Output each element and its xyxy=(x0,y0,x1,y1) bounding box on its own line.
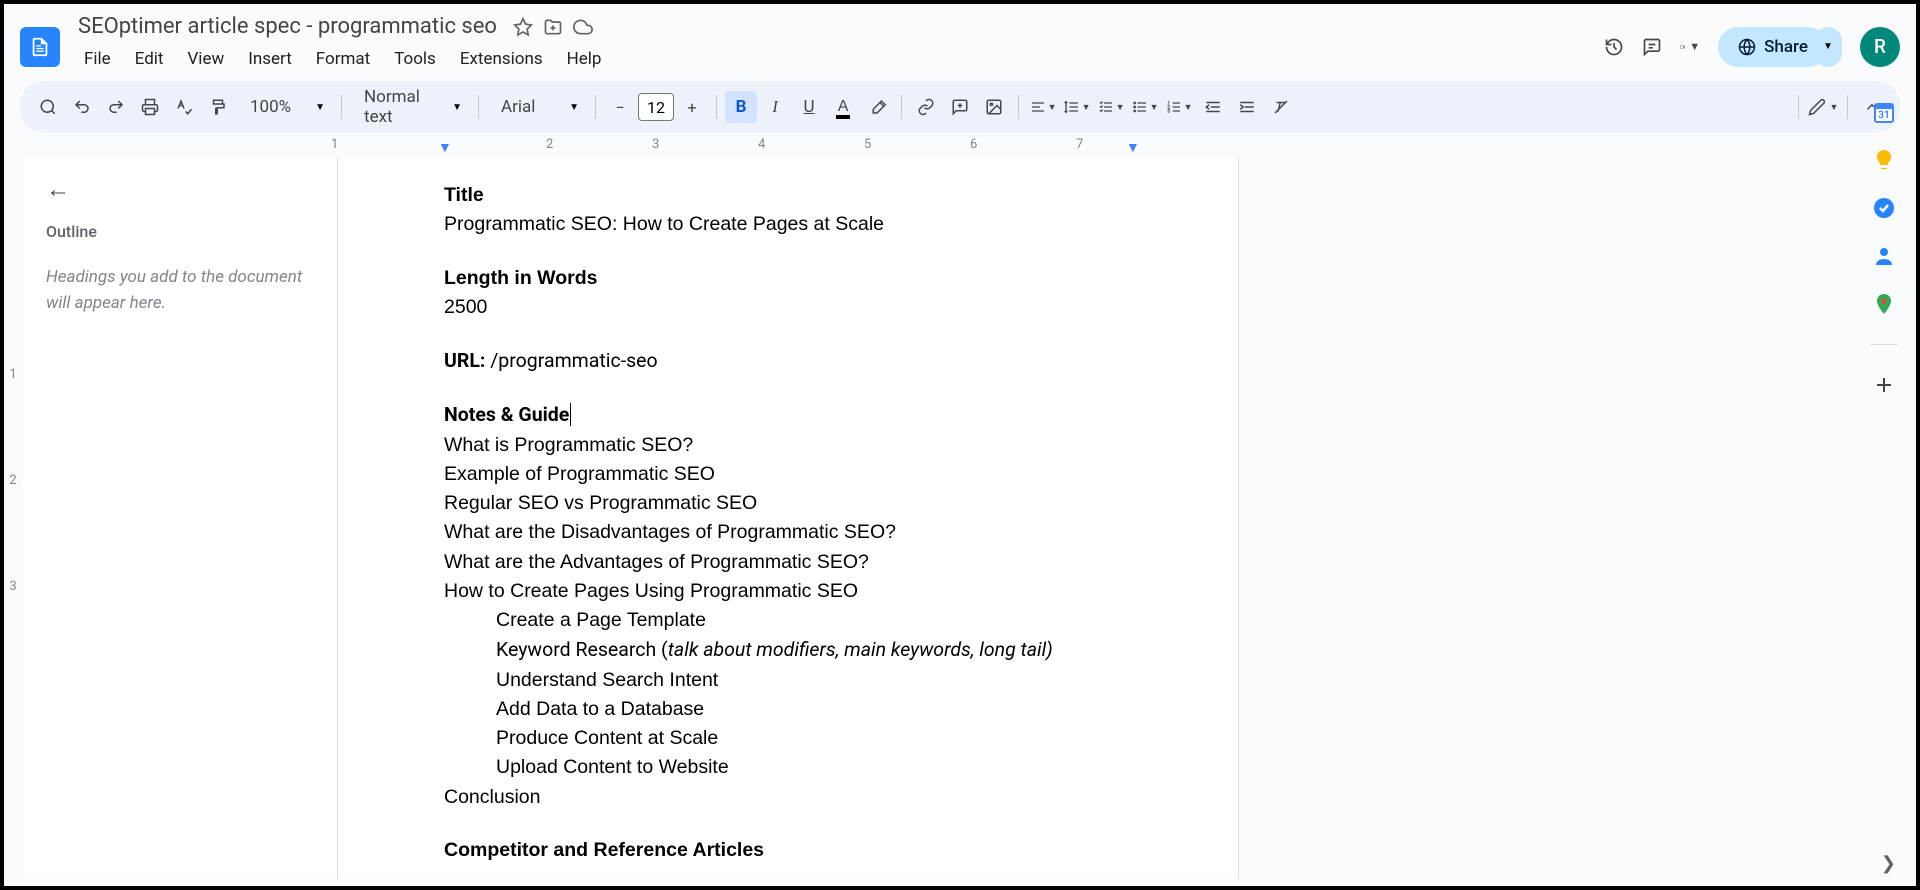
share-label: Share xyxy=(1764,37,1808,57)
doc-text: Title xyxy=(444,181,1132,210)
comments-icon[interactable] xyxy=(1642,37,1662,57)
page-area[interactable]: Title Programmatic SEO: How to Create Pa… xyxy=(338,157,1916,879)
doc-text: What is Programmatic SEO? xyxy=(444,431,1132,460)
paragraph-style-dropdown[interactable]: Normal text▼ xyxy=(350,87,470,127)
vertical-ruler[interactable]: 1 2 3 xyxy=(4,157,22,879)
tasks-app-icon[interactable] xyxy=(1872,196,1896,220)
doc-text: Length in Words xyxy=(444,264,1132,293)
line-spacing-dropdown[interactable]: ▼ xyxy=(1061,91,1093,123)
meet-icon[interactable]: ▼ xyxy=(1680,37,1700,57)
doc-text: Create a Page Template xyxy=(444,606,1132,635)
doc-text: Notes & Guide xyxy=(444,400,1132,430)
doc-text: How to Create Pages Using Programmatic S… xyxy=(444,577,1132,606)
redo-icon[interactable] xyxy=(100,91,132,123)
doc-text: What are the Disadvantages of Programmat… xyxy=(444,518,1132,547)
paint-format-icon[interactable] xyxy=(202,91,234,123)
search-menus-icon[interactable] xyxy=(32,91,64,123)
share-dropdown[interactable]: ▼ xyxy=(1814,27,1842,67)
doc-text: Keyword Research (talk about modifiers, … xyxy=(444,635,1132,665)
editing-mode-dropdown[interactable]: ▼ xyxy=(1807,91,1839,123)
hide-sidepanel-icon[interactable]: ❯ xyxy=(1881,853,1896,874)
history-icon[interactable] xyxy=(1604,37,1624,57)
docs-logo-icon[interactable] xyxy=(20,27,60,67)
text-color-button[interactable]: A xyxy=(827,91,859,123)
menu-extensions[interactable]: Extensions xyxy=(450,45,553,73)
menu-tools[interactable]: Tools xyxy=(384,45,446,73)
side-panel: 31 xyxy=(1856,92,1912,397)
cloud-status-icon[interactable] xyxy=(573,17,593,37)
zoom-dropdown[interactable]: 100%▼ xyxy=(236,97,333,117)
increase-font-icon[interactable]: + xyxy=(676,91,708,123)
contacts-app-icon[interactable] xyxy=(1872,244,1896,268)
avatar[interactable]: R xyxy=(1860,27,1900,67)
outline-back-icon[interactable]: ← xyxy=(46,175,70,204)
outline-hint: Headings you add to the document will ap… xyxy=(46,265,313,316)
toolbar: 100%▼ Normal text▼ Arial▼ − + B I U A ▼ … xyxy=(20,81,1900,133)
document-page[interactable]: Title Programmatic SEO: How to Create Pa… xyxy=(338,157,1238,879)
italic-button[interactable]: I xyxy=(759,91,791,123)
outline-title: Outline xyxy=(46,222,313,241)
share-button[interactable]: Share xyxy=(1718,27,1828,67)
move-icon[interactable] xyxy=(543,17,563,37)
maps-app-icon[interactable] xyxy=(1872,292,1896,316)
doc-text: Understand Search Intent xyxy=(444,666,1132,695)
doc-text: Programmatic SEO: How to Create Pages at… xyxy=(444,210,1132,239)
keep-app-icon[interactable] xyxy=(1872,148,1896,172)
decrease-font-icon[interactable]: − xyxy=(604,91,636,123)
header-bar: SEOptimer article spec - programmatic se… xyxy=(4,4,1916,81)
doc-text: Example of Programmatic SEO xyxy=(444,460,1132,489)
clear-formatting-icon[interactable] xyxy=(1265,91,1297,123)
add-comment-icon[interactable] xyxy=(944,91,976,123)
print-icon[interactable] xyxy=(134,91,166,123)
doc-text: URL: /programmatic-seo xyxy=(444,346,1132,376)
undo-icon[interactable] xyxy=(66,91,98,123)
doc-text: What are the Advantages of Programmatic … xyxy=(444,548,1132,577)
bullet-list-dropdown[interactable]: ▼ xyxy=(1129,91,1161,123)
calendar-app-icon[interactable]: 31 xyxy=(1872,100,1896,124)
decrease-indent-icon[interactable] xyxy=(1197,91,1229,123)
horizontal-ruler[interactable]: 1 ▼ 2 3 4 5 6 7 ▼ xyxy=(336,137,1916,157)
svg-text:31: 31 xyxy=(1878,110,1889,121)
menu-insert[interactable]: Insert xyxy=(238,45,302,73)
document-title[interactable]: SEOptimer article spec - programmatic se… xyxy=(72,12,503,41)
svg-text:3: 3 xyxy=(1167,108,1170,114)
increase-indent-icon[interactable] xyxy=(1231,91,1263,123)
menu-file[interactable]: File xyxy=(74,45,121,73)
menu-help[interactable]: Help xyxy=(557,45,612,73)
doc-text: 2500 xyxy=(444,293,1132,322)
doc-text: Competitor and Reference Articles xyxy=(444,836,1132,865)
numbered-list-dropdown[interactable]: 123▼ xyxy=(1163,91,1195,123)
checklist-dropdown[interactable]: ▼ xyxy=(1095,91,1127,123)
insert-link-icon[interactable] xyxy=(910,91,942,123)
menu-format[interactable]: Format xyxy=(306,45,380,73)
font-dropdown[interactable]: Arial▼ xyxy=(487,97,587,117)
doc-text: Regular SEO vs Programmatic SEO xyxy=(444,489,1132,518)
spellcheck-icon[interactable] xyxy=(168,91,200,123)
insert-image-icon[interactable] xyxy=(978,91,1010,123)
underline-button[interactable]: U xyxy=(793,91,825,123)
highlight-button[interactable] xyxy=(861,91,893,123)
align-dropdown[interactable]: ▼ xyxy=(1027,91,1059,123)
get-addons-icon[interactable] xyxy=(1872,373,1896,397)
font-size-input[interactable] xyxy=(638,93,674,121)
doc-text: Produce Content at Scale xyxy=(444,724,1132,753)
outline-panel: ← Outline Headings you add to the docume… xyxy=(22,157,338,879)
doc-text: Upload Content to Website xyxy=(444,753,1132,782)
menu-view[interactable]: View xyxy=(177,45,234,73)
doc-text: Conclusion xyxy=(444,783,1132,812)
doc-text: Add Data to a Database xyxy=(444,695,1132,724)
bold-button[interactable]: B xyxy=(725,91,757,123)
star-icon[interactable] xyxy=(513,17,533,37)
menu-edit[interactable]: Edit xyxy=(125,45,174,73)
